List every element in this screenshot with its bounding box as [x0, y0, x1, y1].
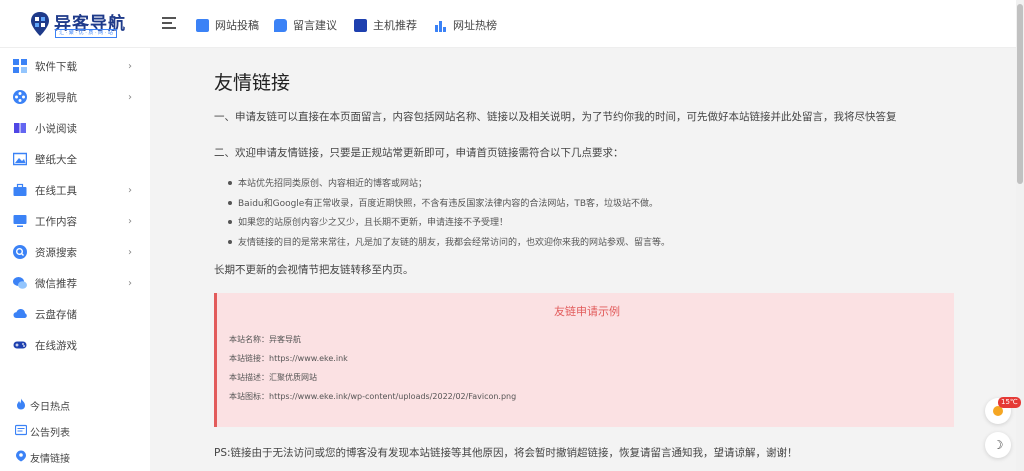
- list-item: 友情链接的目的是常来常往，凡是加了友链的朋友，我都会经常访问的，也欢迎你来我的网…: [228, 235, 670, 255]
- intro-paragraph-1: 一、申请友链可以直接在本页面留言，内容包括网站名称、链接以及相关说明，为了节约你…: [214, 111, 897, 123]
- list-item: Baidu和Google有正常收录，百度近期快照，不含有违反国家法律内容的合法网…: [228, 196, 670, 216]
- logo-mark-icon: [31, 12, 49, 36]
- sidebar-item-movies[interactable]: 影视导航 ›: [0, 84, 150, 110]
- list-item: 如果您的站原创内容少之又少，且长期不更新，申请连接不予受理！: [228, 215, 670, 235]
- sidebar-item-wechat[interactable]: 微信推荐 ›: [0, 270, 150, 296]
- wechat-icon: [13, 277, 27, 289]
- book-icon: [14, 123, 26, 133]
- nav-label: 网址热榜: [453, 19, 497, 32]
- ps-paragraph: PS:链接由于无法访问或您的博客没有发现本站链接等其他原因，将会暂时撤销超链接，…: [214, 447, 798, 459]
- cloud-icon: [13, 309, 27, 318]
- sidebar-footer-label: 公告列表: [30, 428, 70, 439]
- site-logo[interactable]: 异客导航 汇 · 聚 · 优 · 质 · 网 · 站: [30, 9, 125, 41]
- sidebar-footer-announcements[interactable]: 公告列表: [0, 420, 150, 442]
- chevron-right-icon: ›: [128, 215, 132, 227]
- temperature-badge: 15℃: [998, 397, 1021, 408]
- sidebar-item-label: 资源搜索: [35, 246, 77, 259]
- link-icon: [16, 450, 26, 462]
- sidebar-item-resource-search[interactable]: 资源搜索 ›: [0, 239, 150, 265]
- sidebar-item-label: 工作内容: [35, 215, 77, 228]
- example-site-name: 本站名称：异客导航: [229, 335, 301, 344]
- image-icon: [13, 152, 27, 166]
- chat-icon: [274, 18, 287, 32]
- list-item: 本站优先招同类原创、内容相近的博客或网站；: [228, 176, 670, 196]
- dark-mode-toggle[interactable]: ☽: [985, 432, 1011, 458]
- server-icon: [354, 18, 367, 32]
- grid-icon: [13, 59, 27, 73]
- content-card: 友情链接 一、申请友链可以直接在本页面留言，内容包括网站名称、链接以及相关说明，…: [190, 48, 990, 471]
- sidebar-item-label: 在线工具: [35, 184, 77, 197]
- sidebar-item-label: 影视导航: [35, 91, 77, 104]
- sidebar-item-online-games[interactable]: 在线游戏: [0, 332, 150, 358]
- nav-submit-site[interactable]: 网站投稿: [196, 16, 259, 34]
- search-icon: [13, 245, 27, 259]
- nav-feedback[interactable]: 留言建议: [274, 16, 337, 34]
- logo-subtitle: 汇 · 聚 · 优 · 质 · 网 · 站: [55, 29, 117, 38]
- sidebar-item-wallpapers[interactable]: 壁纸大全: [0, 146, 150, 172]
- nav-label: 主机推荐: [373, 19, 417, 32]
- main-content: 友情链接 一、申请友链可以直接在本页面留言，内容包括网站名称、链接以及相关说明，…: [150, 48, 1022, 471]
- sidebar: 软件下载 › 影视导航 › 小说阅读 壁纸大全 在线工具 › 工作内容 › 资源…: [0, 48, 150, 471]
- announcement-icon: [15, 424, 27, 436]
- sidebar-item-software[interactable]: 软件下载 ›: [0, 53, 150, 79]
- sidebar-item-label: 微信推荐: [35, 277, 77, 290]
- chevron-right-icon: ›: [128, 60, 132, 72]
- gamepad-icon: [13, 341, 27, 349]
- application-example-box: 友链申请示例 本站名称：异客导航 本站链接：https://www.eke.in…: [214, 293, 954, 427]
- chevron-right-icon: ›: [128, 184, 132, 196]
- sidebar-item-label: 软件下载: [35, 60, 77, 73]
- sidebar-footer-label: 友情链接: [30, 454, 70, 465]
- toolbox-icon: [13, 183, 27, 196]
- moon-icon: ☽: [992, 438, 1004, 452]
- page-title: 友情链接: [214, 72, 291, 94]
- sidebar-item-label: 云盘存储: [35, 308, 77, 321]
- nav-host-recommend[interactable]: 主机推荐: [354, 16, 417, 34]
- bar-chart-icon: [435, 20, 446, 32]
- sidebar-footer-label: 今日热点: [30, 402, 70, 413]
- intro-paragraph-2: 二、欢迎申请友情链接，只要是正规站常更新即可，申请首页链接需符合以下几点要求：: [214, 147, 624, 159]
- chevron-right-icon: ›: [128, 91, 132, 103]
- sidebar-footer-friend-links[interactable]: 友情链接: [0, 446, 150, 468]
- nav-label: 网站投稿: [215, 19, 259, 32]
- sidebar-item-work[interactable]: 工作内容 ›: [0, 208, 150, 234]
- nav-label: 留言建议: [293, 19, 337, 32]
- chevron-right-icon: ›: [128, 277, 132, 289]
- monitor-icon: [13, 215, 27, 227]
- note-paragraph: 长期不更新的会视情节把友链转移至内页。: [214, 264, 414, 276]
- fire-icon: [17, 398, 25, 410]
- film-reel-icon: [13, 90, 27, 104]
- menu-toggle-icon[interactable]: [162, 17, 176, 31]
- sidebar-item-label: 壁纸大全: [35, 153, 77, 166]
- example-title: 友链申请示例: [554, 305, 620, 318]
- edit-icon: [196, 18, 209, 32]
- sidebar-item-online-tools[interactable]: 在线工具 ›: [0, 177, 150, 203]
- example-site-icon[interactable]: 本站图标：https://www.eke.ink/wp-content/uplo…: [229, 391, 516, 402]
- chevron-right-icon: ›: [128, 246, 132, 258]
- example-site-description: 本站描述：汇聚优质网站: [229, 373, 317, 382]
- sidebar-footer-hot-today[interactable]: 今日热点: [0, 394, 150, 416]
- nav-hot-list[interactable]: 网址热榜: [434, 16, 497, 34]
- sidebar-item-cloud-storage[interactable]: 云盘存储: [0, 301, 150, 327]
- sidebar-item-novels[interactable]: 小说阅读: [0, 115, 150, 141]
- example-site-link[interactable]: 本站链接：https://www.eke.ink: [229, 353, 348, 364]
- sidebar-item-label: 小说阅读: [35, 122, 77, 135]
- scrollbar-thumb[interactable]: [1017, 4, 1023, 184]
- sidebar-item-label: 在线游戏: [35, 339, 77, 352]
- top-header: 异客导航 汇 · 聚 · 优 · 质 · 网 · 站 网站投稿 留言建议 主机推…: [0, 0, 1024, 48]
- requirements-list: 本站优先招同类原创、内容相近的博客或网站； Baidu和Google有正常收录，…: [228, 176, 670, 254]
